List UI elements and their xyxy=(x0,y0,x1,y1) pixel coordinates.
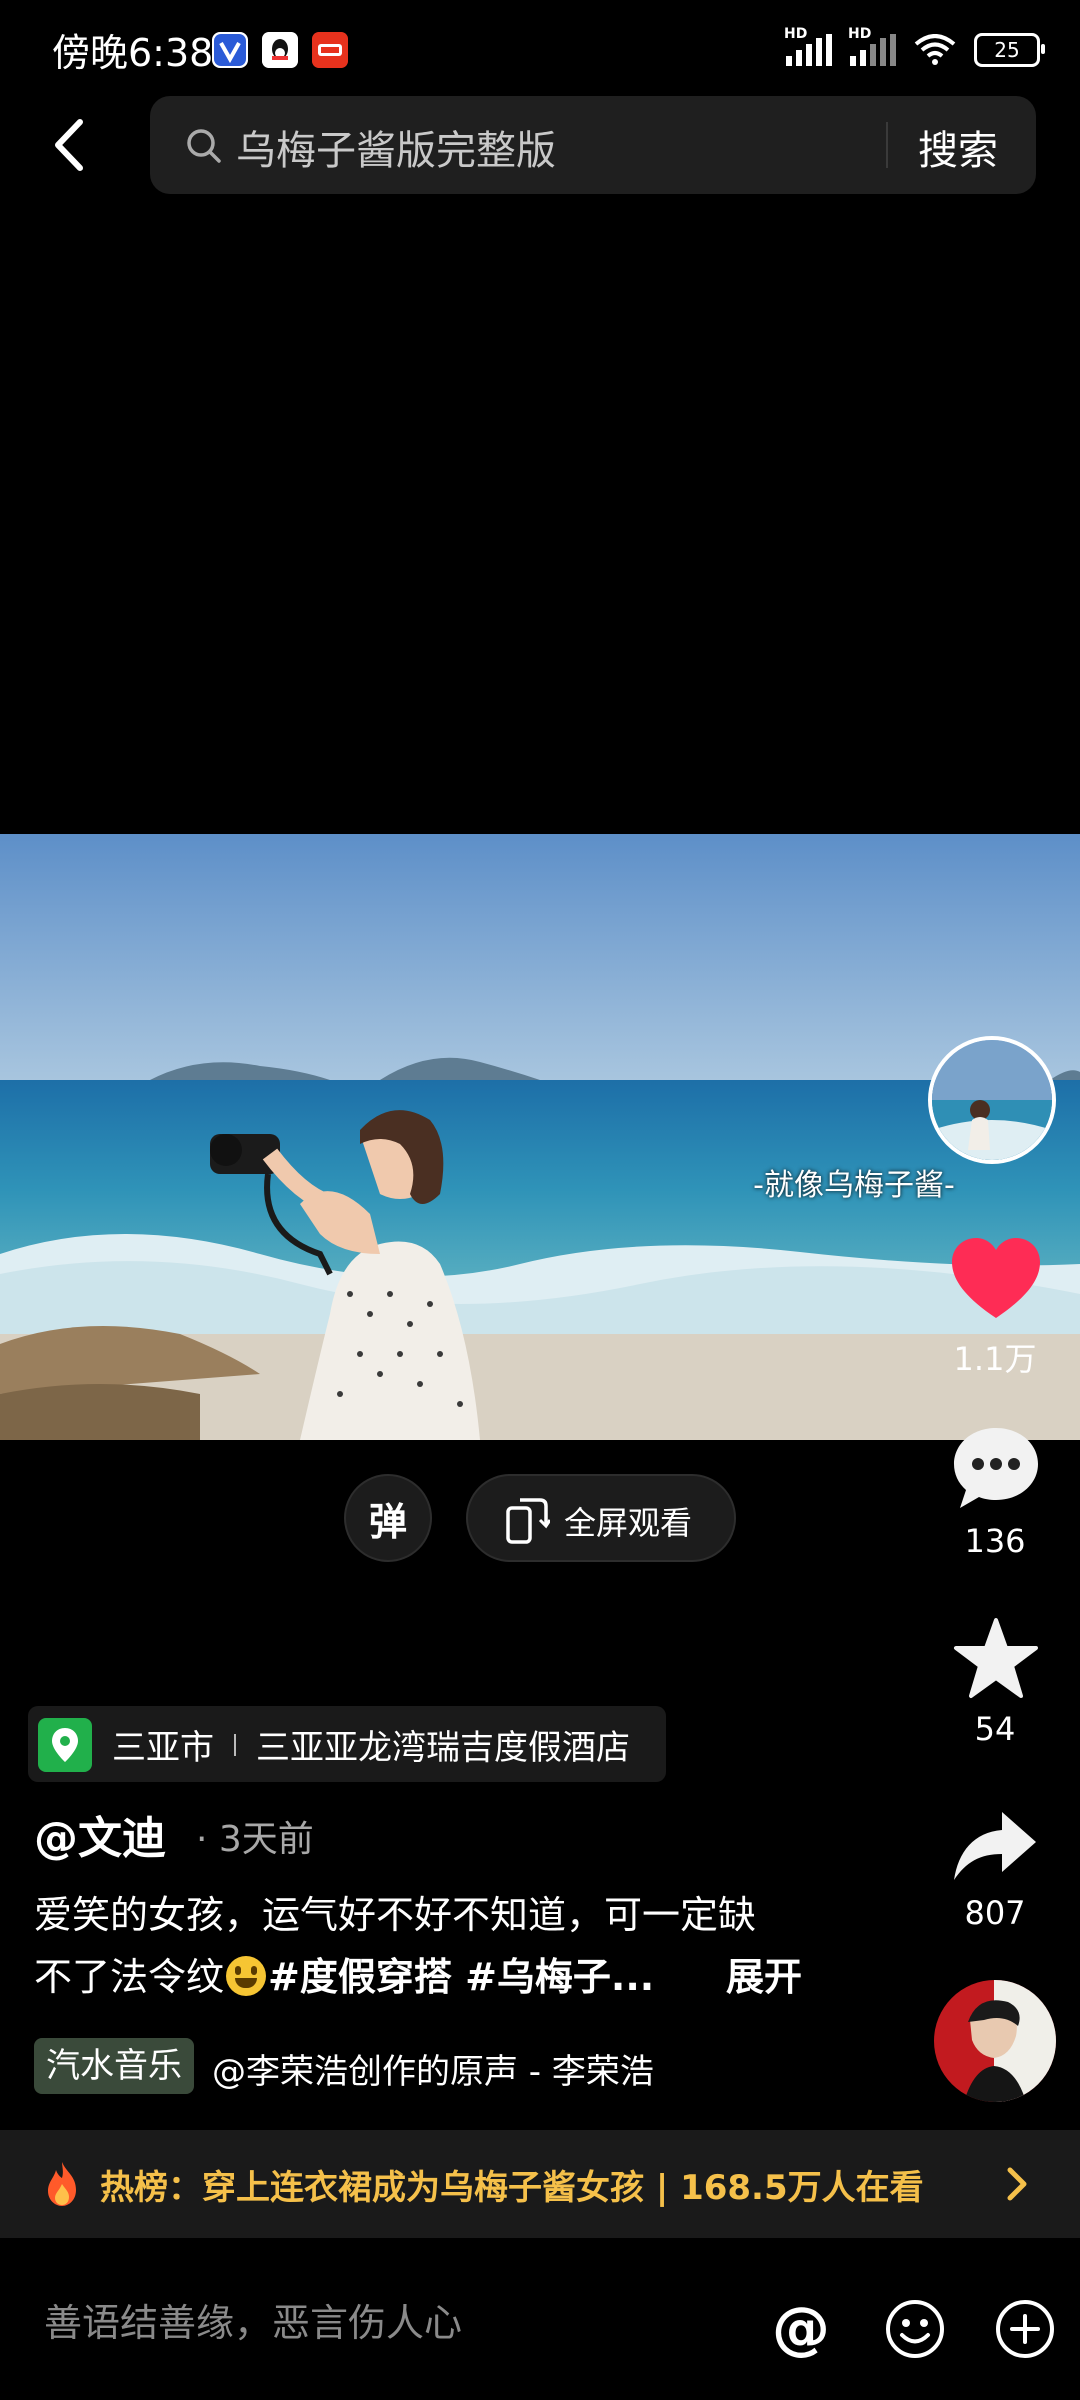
author-avatar[interactable] xyxy=(934,1980,1056,2102)
comment-icon xyxy=(954,1428,1038,1508)
video-player[interactable] xyxy=(0,834,1080,1440)
favorite-count: 54 xyxy=(974,1710,1016,1748)
smiley-emoji-icon xyxy=(226,1956,267,1996)
signal-icon: HD xyxy=(784,26,832,66)
chevron-right-icon xyxy=(1007,2167,1027,2201)
location-separator xyxy=(234,1734,236,1756)
search-box[interactable]: 乌梅子酱版完整版 搜索 xyxy=(150,96,1036,194)
heart-icon xyxy=(952,1238,1040,1318)
video-content xyxy=(0,834,1080,1440)
hd-label: HD xyxy=(848,26,872,42)
vpn-app-icon xyxy=(212,32,248,68)
music-cover-image xyxy=(932,1040,1052,1160)
comment-input-bar: 善语结善缘，恶言伤人心 @ xyxy=(0,2238,1080,2400)
signal-icon: HD xyxy=(848,26,896,66)
music-credit-link[interactable]: @李荣浩创作的原声 - 李荣浩 xyxy=(212,2044,654,2093)
comment-button[interactable] xyxy=(950,1424,1042,1516)
avatar-image xyxy=(934,1980,1056,2102)
search-button[interactable]: 搜索 xyxy=(918,118,998,176)
fullscreen-label: 全屏观看 xyxy=(564,1504,693,1542)
battery-icon: 25 xyxy=(974,33,1045,67)
favorite-button[interactable] xyxy=(952,1616,1040,1704)
expand-button[interactable]: 展开 xyxy=(726,1946,802,2001)
share-button[interactable] xyxy=(950,1806,1040,1890)
back-arrow-icon xyxy=(55,119,83,171)
location-place: 三亚亚龙湾瑞吉度假酒店 xyxy=(256,1728,630,1768)
fullscreen-button[interactable]: 全屏观看 xyxy=(466,1474,736,1562)
description-text: 不了法令纹 xyxy=(34,1955,225,1999)
share-count: 807 xyxy=(964,1894,1026,1932)
back-button[interactable] xyxy=(44,108,98,182)
rotate-phone-icon xyxy=(506,1498,550,1544)
location-tag[interactable]: 三亚市 三亚亚龙湾瑞吉度假酒店 xyxy=(28,1706,666,1782)
status-time: 傍晚6:38 xyxy=(52,31,214,75)
status-bar: 傍晚6:38 HD HD 25 xyxy=(0,0,1080,80)
like-button[interactable] xyxy=(950,1236,1042,1326)
search-input[interactable]: 乌梅子酱版完整版 xyxy=(236,118,556,176)
taobao-app-icon xyxy=(312,32,348,68)
comment-input[interactable]: 善语结善缘，恶言伤人心 xyxy=(44,2292,462,2347)
star-icon xyxy=(954,1618,1038,1698)
search-divider xyxy=(886,122,888,168)
hashtag-links[interactable]: #度假穿搭 #乌梅子... xyxy=(268,1955,654,1999)
status-indicators: HD HD 25 xyxy=(784,26,1045,70)
description-line-1: 爱笑的女孩，运气好不好不知道，可一定缺 xyxy=(34,1893,757,1937)
search-icon xyxy=(187,129,221,163)
hot-trending-text: 热榜：穿上连衣裙成为乌梅子酱女孩 | 168.5万人在看 xyxy=(100,2168,924,2208)
share-arrow-icon xyxy=(954,1812,1036,1880)
music-app-tag[interactable]: 汽水音乐 xyxy=(34,2038,194,2094)
hot-trending-banner[interactable]: 热榜：穿上连衣裙成为乌梅子酱女孩 | 168.5万人在看 xyxy=(0,2130,1080,2238)
qq-app-icon xyxy=(262,32,298,68)
comment-count: 136 xyxy=(964,1522,1026,1560)
emoji-icon[interactable] xyxy=(884,2298,946,2360)
location-city: 三亚市 xyxy=(112,1728,214,1768)
location-pin-icon xyxy=(38,1718,92,1772)
add-icon[interactable] xyxy=(994,2298,1056,2360)
like-count: 1.1万 xyxy=(953,1340,1037,1378)
flame-icon xyxy=(48,2162,76,2206)
post-time: · 3天前 xyxy=(196,1819,314,1860)
description-line-2: 不了法令纹 #度假穿搭 #乌梅子... xyxy=(34,1946,654,2001)
danmaku-toggle-button[interactable]: 弹 xyxy=(344,1474,432,1562)
author-name-link[interactable]: @文迪 xyxy=(34,1802,166,1866)
music-caption: -就像乌梅子酱- xyxy=(753,1168,955,1203)
wifi-icon xyxy=(914,34,956,65)
mention-button[interactable]: @ xyxy=(772,2294,830,2362)
music-disc-avatar[interactable] xyxy=(928,1036,1056,1164)
hd-label: HD xyxy=(784,26,808,42)
